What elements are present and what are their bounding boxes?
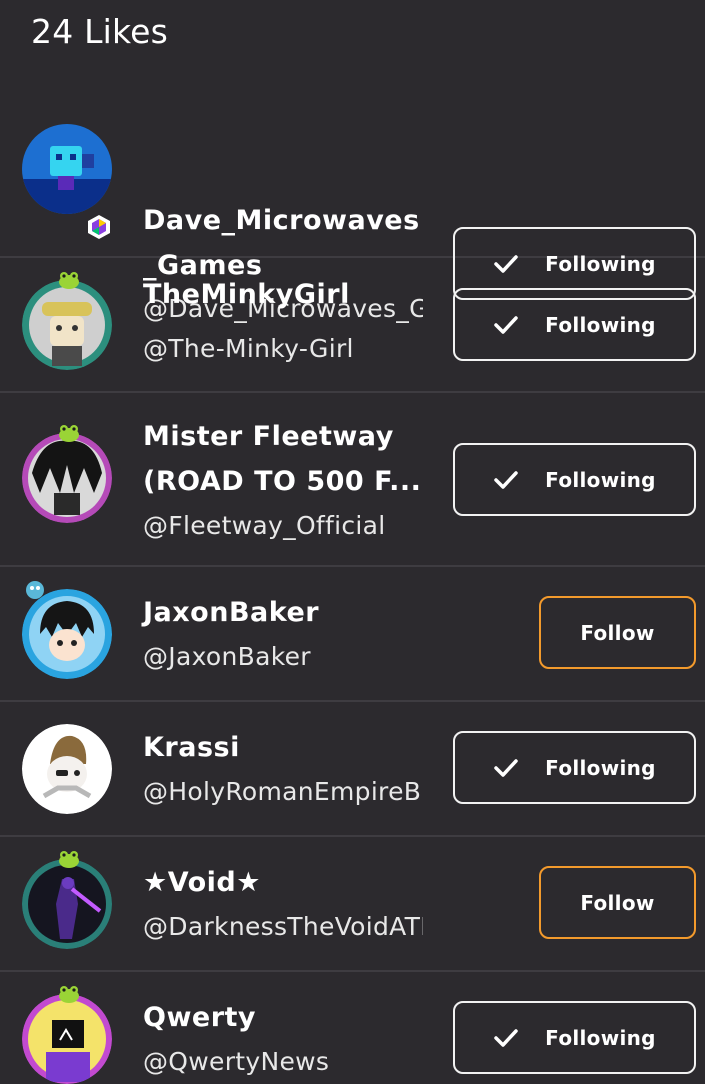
check-icon [494,315,518,334]
check-icon [494,470,518,489]
check-icon [494,758,518,777]
user-handle: @Fleetway_Official [143,511,386,540]
follow-button[interactable]: Follow [539,866,696,939]
user-handle: @The-Minky-Girl [143,334,354,363]
following-button-label: Following [545,312,656,337]
chibi-avatar-icon[interactable] [22,724,112,814]
user-name-line1: Mister Fleetway [143,421,394,452]
frog-badge-icon [56,984,82,1004]
follow-button[interactable]: Follow [539,596,696,669]
user-name[interactable]: ★Void★ [143,860,428,905]
user-handle: @HolyRomanEmpireB [143,777,422,806]
likes-title: 24 Likes [31,12,169,51]
user-handle: @DarknessTheVoidATE [143,912,423,941]
frog-badge-icon [56,849,82,869]
following-button[interactable]: Following [453,731,696,804]
frog-badge-icon [56,423,82,443]
list-item[interactable]: TheMinkyGirl @The-Minky-Girl Following [0,258,705,393]
check-icon [494,1028,518,1047]
list-item[interactable]: Dave_Microwaves _Games @Dave_Microwaves_… [0,94,705,323]
follow-button-label: Follow [580,890,655,915]
user-name[interactable]: Mister Fleetway (ROAD TO 500 F... [143,414,428,504]
bubble-badge-icon [24,579,50,599]
rainbow-badge-icon [86,214,112,239]
robot-avatar-icon[interactable] [22,124,112,214]
following-button-label: Following [545,1025,656,1050]
user-handle: @QwertyNews [143,1047,330,1076]
list-item[interactable]: Qwerty @QwertyNews Following [0,972,705,1084]
follow-button-label: Follow [580,620,655,645]
list-item[interactable]: Mister Fleetway (ROAD TO 500 F... @Fleet… [0,393,705,567]
likes-header: 24 Likes [0,0,705,94]
frog-badge-icon [56,270,82,290]
following-button[interactable]: Following [453,443,696,516]
user-name[interactable]: Krassi [143,725,428,770]
user-name[interactable]: JaxonBaker [143,590,428,635]
tv-head-avatar-icon[interactable] [22,994,112,1084]
user-name-line2: (ROAD TO 500 F... [143,466,422,497]
list-item[interactable]: JaxonBaker @JaxonBaker Follow [0,567,705,702]
list-item[interactable]: Krassi @HolyRomanEmpireB Following [0,702,705,837]
following-button[interactable]: Following [453,288,696,361]
list-item[interactable]: ★Void★ @DarknessTheVoidATE Follow [0,837,705,972]
likes-list: Dave_Microwaves _Games @Dave_Microwaves_… [0,94,705,1084]
following-button-label: Following [545,467,656,492]
user-handle: @JaxonBaker [143,642,311,671]
girl-avatar-icon[interactable] [22,280,112,370]
user-name[interactable]: Qwerty [143,995,428,1040]
user-name-line1: Dave_Microwaves [143,205,420,236]
anime-boy-avatar-icon[interactable] [22,589,112,679]
void-figure-avatar-icon[interactable] [22,859,112,949]
dark-hair-avatar-icon[interactable] [22,433,112,523]
following-button[interactable]: Following [453,1001,696,1074]
following-button-label: Following [545,755,656,780]
user-name[interactable]: TheMinkyGirl [143,272,428,317]
